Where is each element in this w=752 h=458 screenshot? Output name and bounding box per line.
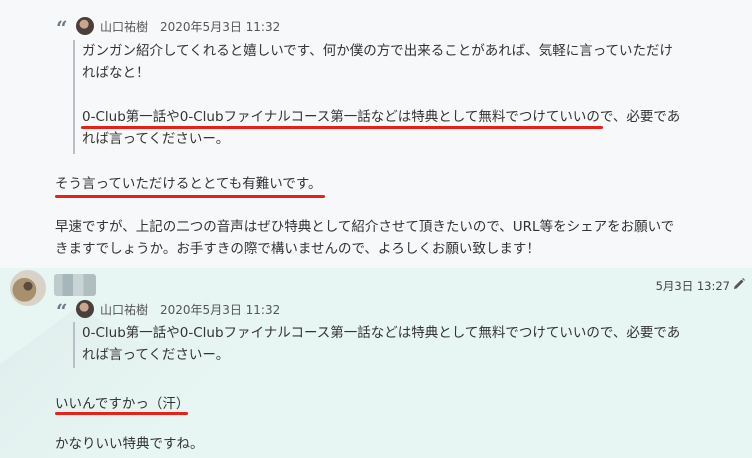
quote-body: 0-Club第一話や0-Clubファイナルコース第一話などは特典として無料でつけ… xyxy=(73,322,713,368)
underline-annotation xyxy=(55,195,325,198)
message-timestamp[interactable]: 5月3日 13:27 xyxy=(656,278,730,294)
quote-line: れば言ってくださいー。 xyxy=(82,131,230,147)
quote-author-avatar[interactable] xyxy=(76,300,94,318)
quote-author-name[interactable]: 山口祐樹 xyxy=(100,18,148,35)
message-1: “ 山口祐樹 2020年5月3日 11:32 ガンガン紹介してくれると嬉しいです… xyxy=(0,0,752,268)
quote-line: れば言ってくださいー。 xyxy=(82,347,230,363)
quote-line: 0-Club第一話や0-Clubファイナルコース第一話などは特典として無料でつけ… xyxy=(82,325,681,341)
sender-avatar[interactable] xyxy=(10,270,46,306)
quote-line: ガンガン紹介してくれると嬉しいです、何か僕の方で出来ることがあれば、気軽に言って… xyxy=(82,43,674,59)
message-body: 早速ですが、上記の二つの音声はぜひ特典として紹介させて頂きたいので、URL等をシ… xyxy=(55,216,715,260)
quote-header: “ 山口祐樹 2020年5月3日 11:32 xyxy=(56,16,280,40)
quote-line: ればなと！ xyxy=(82,65,150,81)
quote-icon: “ xyxy=(56,16,68,40)
quote-date[interactable]: 2020年5月3日 11:32 xyxy=(160,301,280,318)
quote-author-avatar[interactable] xyxy=(76,17,94,35)
quote-header: “ 山口祐樹 2020年5月3日 11:32 xyxy=(56,299,280,323)
quote-author-name[interactable]: 山口祐樹 xyxy=(100,301,148,318)
edit-icon[interactable] xyxy=(732,277,746,291)
quote-icon: “ xyxy=(56,299,68,323)
quote-blank-line xyxy=(82,84,713,106)
underline-annotation xyxy=(55,412,188,415)
sender-name-blurred[interactable] xyxy=(54,274,96,296)
underline-annotation xyxy=(81,126,603,129)
quote-body: ガンガン紹介してくれると嬉しいです、何か僕の方で出来ることがあれば、気軽に言って… xyxy=(73,40,713,154)
quote-date[interactable]: 2020年5月3日 11:32 xyxy=(160,18,280,35)
body-line: 早速ですが、上記の二つの音声はぜひ特典として紹介させて頂きたいので、URL等をシ… xyxy=(55,219,675,235)
quote-line: 0-Club第一話や0-Clubファイナルコース第一話などは特典として無料でつけ… xyxy=(82,109,681,125)
highlight-text: そう言っていただけるととても有難いです。 xyxy=(55,176,322,192)
body-line: きますでしょうか。お手すきの際で構いませんので、よろしくお願い致します！ xyxy=(55,241,540,257)
message-body: かなりいい特典ですね。 xyxy=(55,436,204,452)
